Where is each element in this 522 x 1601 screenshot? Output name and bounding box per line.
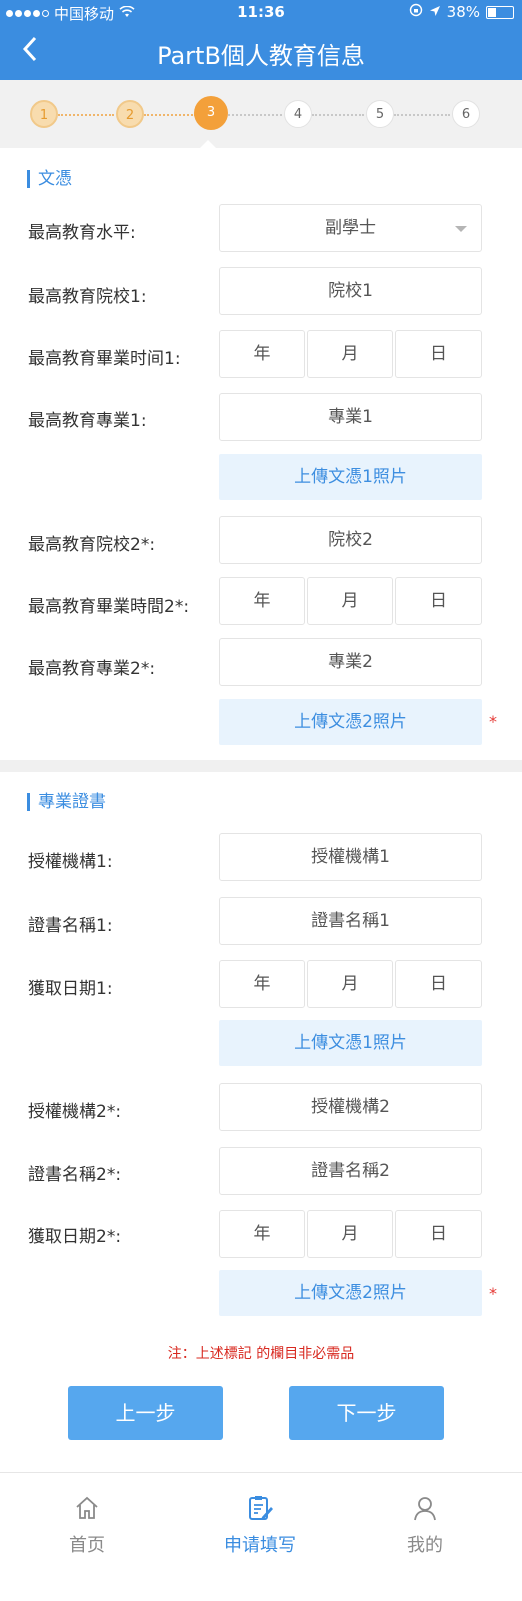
tab-apply[interactable]: 申请填写 [205,1491,315,1557]
grad-date1-label: 最高教育畢業时间1: [28,349,181,369]
grad1-day-select[interactable]: 日 [395,330,482,378]
section-divider [0,760,522,772]
step-1[interactable]: 1 [30,100,58,128]
step-progress: 1 2 3 4 5 6 [0,80,522,148]
cert-name1-label: 證書名稱1: [28,916,113,936]
major2-label: 最高教育專業2*: [28,659,156,679]
obtain2-year-select[interactable]: 年 [219,1210,305,1258]
grad2-year-select[interactable]: 年 [219,577,305,625]
upload-diploma2-button[interactable]: 上傳文憑2照片 [219,699,482,745]
upload-cert1-button[interactable]: 上傳文憑1照片 [219,1020,482,1066]
grad1-year-select[interactable]: 年 [219,330,305,378]
cert-name2-label: 證書名稱2*: [28,1165,122,1185]
step-connector [144,114,196,116]
tab-me[interactable]: 我的 [370,1491,480,1557]
grad2-month-select[interactable]: 月 [307,577,393,625]
dropdown-arrow-icon [455,226,467,232]
authority2-label: 授權機構2*: [28,1102,122,1122]
upload-diploma1-button[interactable]: 上傳文憑1照片 [219,454,482,500]
step-connector [312,114,364,116]
cert-name2-input[interactable]: 證書名稱2 [219,1147,482,1195]
status-bar: 中国移动 11:36 38% [0,0,522,24]
tab-apply-label: 申请填写 [224,1535,296,1556]
step-connector [228,114,282,116]
obtain-date2-label: 獲取日期2*: [28,1227,122,1247]
step-pointer [200,140,216,148]
page-title: PartB個人教育信息 [157,42,365,70]
required-mark: * [489,1284,497,1303]
prev-step-button[interactable]: 上一步 [68,1386,223,1440]
school1-label: 最高教育院校1: [28,287,147,307]
grad2-day-select[interactable]: 日 [395,577,482,625]
top-bar: 中国移动 11:36 38% PartB個人教育信息 [0,0,522,80]
edit-form-icon [205,1491,315,1525]
grad1-month-select[interactable]: 月 [307,330,393,378]
step-connector [58,114,114,116]
school2-label: 最高教育院校2*: [28,535,156,555]
section-title-education: 文憑 [27,170,72,188]
tab-home-label: 首页 [69,1535,105,1556]
step-connector [394,114,450,116]
major1-input[interactable]: 專業1 [219,393,482,441]
obtain-date1-label: 獲取日期1: [28,979,113,999]
cert-name1-input[interactable]: 證書名稱1 [219,897,482,945]
rotation-lock-icon [409,3,423,21]
major2-input[interactable]: 專業2 [219,638,482,686]
step-6[interactable]: 6 [452,100,480,128]
grad-date2-label: 最高教育畢業時間2*: [28,597,190,617]
location-icon [429,3,441,21]
authority2-input[interactable]: 授權機構2 [219,1083,482,1131]
required-mark: * [489,712,497,731]
battery-icon [486,5,514,19]
obtain1-day-select[interactable]: 日 [395,960,482,1008]
step-4[interactable]: 4 [284,100,312,128]
user-icon [370,1491,480,1525]
obtain1-month-select[interactable]: 月 [307,960,393,1008]
education-level-value: 副學士 [325,218,376,238]
home-icon [32,1491,142,1525]
school2-input[interactable]: 院校2 [219,516,482,564]
section-title-certificate: 專業證書 [27,793,106,811]
tab-home[interactable]: 首页 [32,1491,142,1557]
obtain1-year-select[interactable]: 年 [219,960,305,1008]
step-3[interactable]: 3 [194,96,228,130]
battery-percent: 38% [446,3,480,21]
authority1-input[interactable]: 授權機構1 [219,833,482,881]
authority1-label: 授權機構1: [28,852,113,872]
obtain2-month-select[interactable]: 月 [307,1210,393,1258]
education-level-select[interactable]: 副學士 [219,204,482,252]
obtain2-day-select[interactable]: 日 [395,1210,482,1258]
school1-input[interactable]: 院校1 [219,267,482,315]
form-note: 注：上述標記 的欄目非必需品 [167,1346,355,1362]
step-5[interactable]: 5 [366,100,394,128]
tab-me-label: 我的 [407,1535,443,1556]
nav-bar: PartB個人教育信息 [0,26,522,80]
major1-label: 最高教育專業1: [28,411,147,431]
education-level-label: 最高教育水平: [28,223,136,243]
tab-bar: 首页 申请填写 我的 [0,1472,522,1601]
next-step-button[interactable]: 下一步 [289,1386,444,1440]
upload-cert2-button[interactable]: 上傳文憑2照片 [219,1270,482,1316]
step-2[interactable]: 2 [116,100,144,128]
